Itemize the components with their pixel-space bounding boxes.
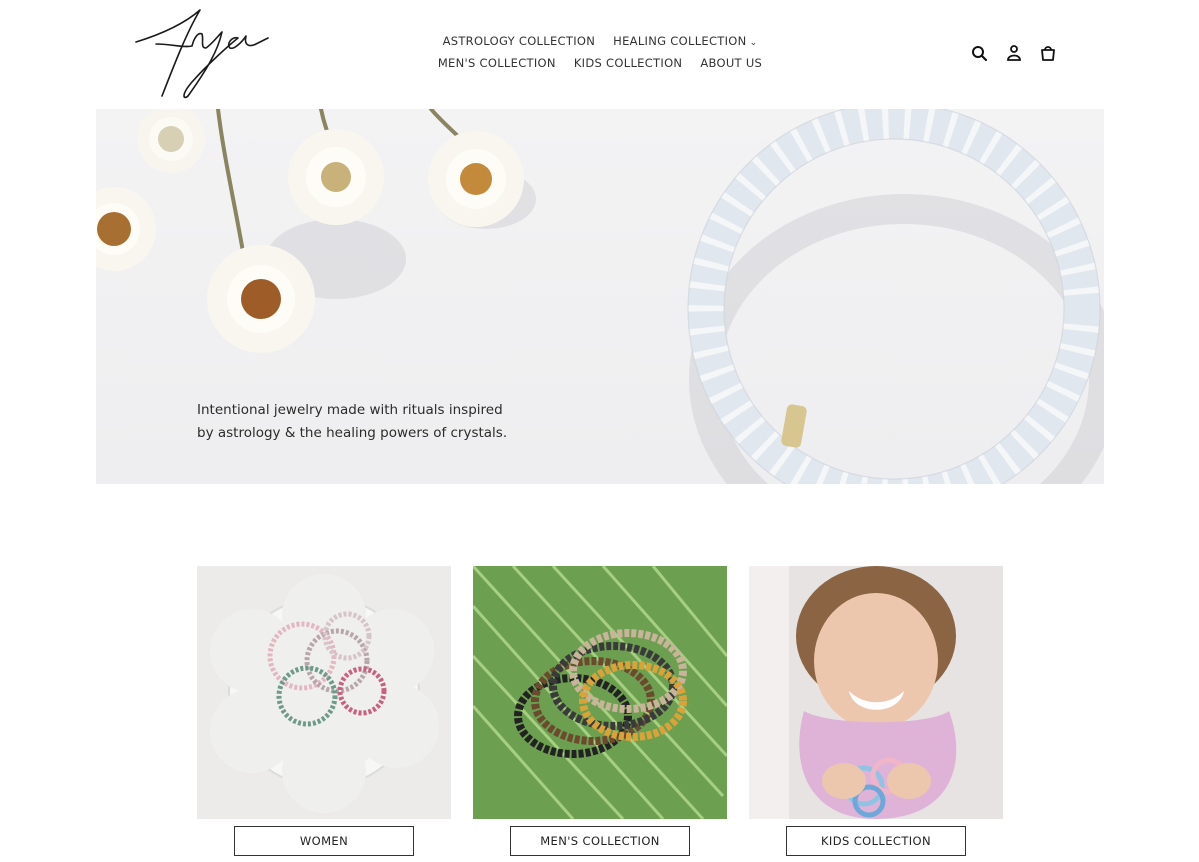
search-icon[interactable] — [970, 44, 990, 62]
collection-card-women: WOMEN — [197, 566, 451, 856]
nav-row-top: ASTROLOGY COLLECTION HEALING COLLECTION ⌄ — [420, 30, 780, 52]
main-nav: ASTROLOGY COLLECTION HEALING COLLECTION ⌄… — [420, 30, 780, 74]
collection-card-mens: MEN'S COLLECTION — [473, 566, 727, 856]
women-collection-image[interactable] — [197, 566, 451, 819]
header-icons — [970, 44, 1058, 62]
nav-healing-collection[interactable]: HEALING COLLECTION ⌄ — [613, 34, 757, 48]
chevron-down-icon: ⌄ — [749, 38, 758, 48]
hero-banner: Intentional jewelry made with rituals in… — [96, 109, 1104, 484]
kids-collection-image[interactable] — [749, 566, 1003, 819]
hero-tagline-line2: by astrology & the healing powers of cry… — [197, 425, 508, 441]
nav-about-us[interactable]: ABOUT US — [700, 56, 762, 70]
mens-collection-image[interactable] — [473, 566, 727, 819]
hero-tagline-line1: Intentional jewelry made with rituals in… — [197, 402, 503, 418]
nav-mens-collection[interactable]: MEN'S COLLECTION — [438, 56, 556, 70]
kids-collection-button[interactable]: KIDS COLLECTION — [786, 826, 966, 856]
hero-tagline: Intentional jewelry made with rituals in… — [197, 399, 557, 445]
women-collection-button[interactable]: WOMEN — [234, 826, 414, 856]
site-header: ASTROLOGY COLLECTION HEALING COLLECTION ⌄… — [0, 0, 1199, 108]
account-icon[interactable] — [1004, 44, 1024, 62]
collection-card-kids: KIDS COLLECTION — [749, 566, 1003, 856]
nav-healing-label: HEALING COLLECTION — [613, 34, 747, 48]
nav-kids-collection[interactable]: KIDS COLLECTION — [574, 56, 683, 70]
nav-row-bottom: MEN'S COLLECTION KIDS COLLECTION ABOUT U… — [420, 52, 780, 74]
nav-astrology-collection[interactable]: ASTROLOGY COLLECTION — [443, 34, 596, 48]
cart-icon[interactable] — [1038, 44, 1058, 62]
mens-collection-button[interactable]: MEN'S COLLECTION — [510, 826, 690, 856]
brand-logo[interactable] — [132, 4, 272, 102]
